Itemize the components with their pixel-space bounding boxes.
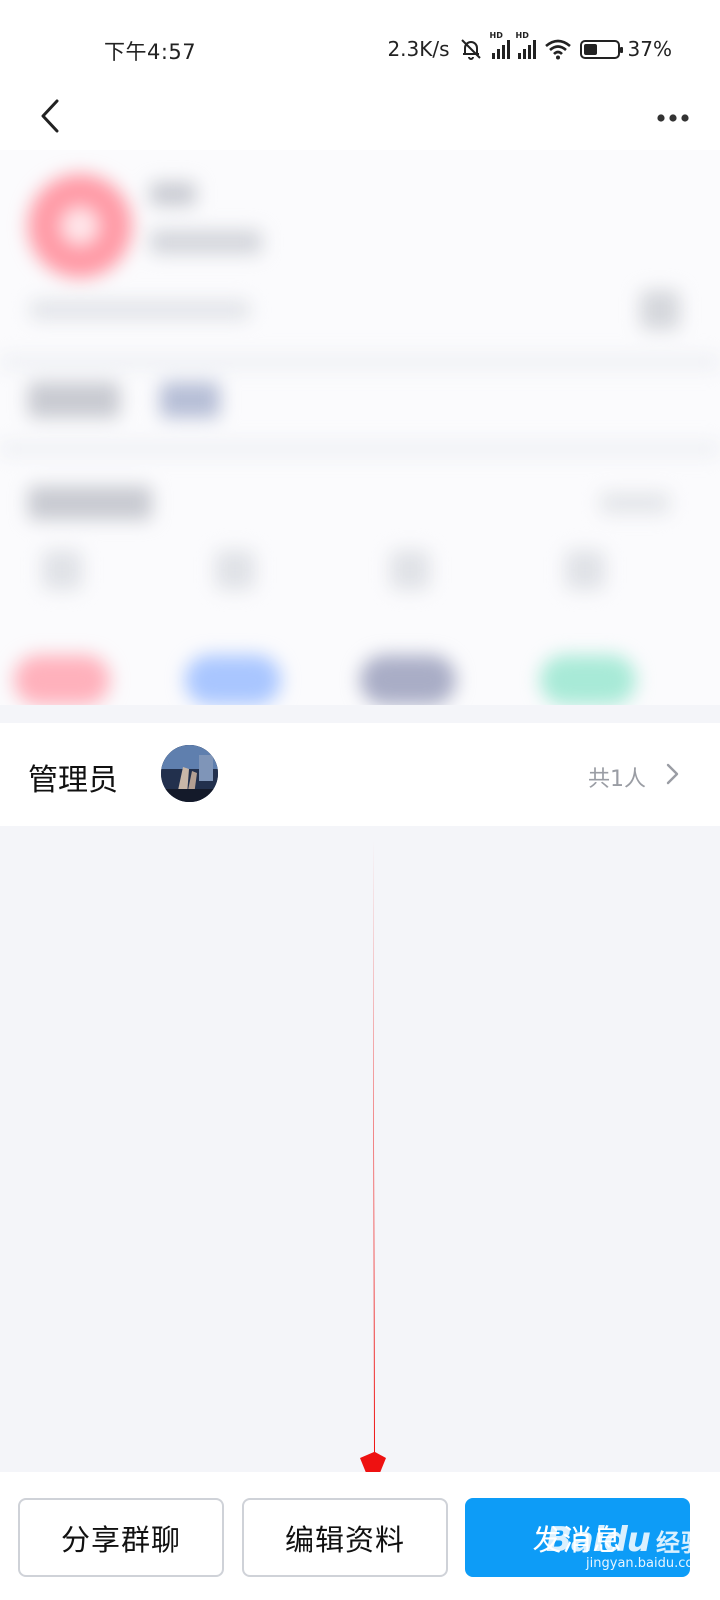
avatar — [161, 745, 218, 802]
battery-icon — [579, 39, 623, 59]
share-group-button[interactable]: 分享群聊 — [18, 1498, 224, 1577]
edit-info-label: 编辑资料 — [284, 1522, 405, 1557]
status-bar: 下午4:57 2.3K/s HD HD 37% — [0, 0, 720, 96]
blurred-group-info — [0, 150, 720, 705]
chevron-right-icon — [666, 763, 679, 785]
mute-bell-icon — [460, 39, 481, 60]
admin-label: 管理员 — [28, 763, 118, 798]
annotation-arrow — [360, 840, 386, 1490]
status-indicators: 2.3K/s HD HD 37% — [387, 31, 672, 62]
status-time: 下午4:57 — [104, 40, 197, 64]
admin-row[interactable]: 管理员 共1人 — [0, 723, 720, 826]
share-group-label: 分享群聊 — [60, 1522, 181, 1557]
more-button[interactable] — [648, 98, 698, 138]
baidu-watermark: Baidu 经验 jingyan.baidu.com — [546, 1520, 706, 1571]
wifi-icon — [544, 39, 571, 60]
edit-info-button[interactable]: 编辑资料 — [242, 1498, 448, 1577]
back-button[interactable] — [30, 96, 70, 136]
back-arrow-icon — [41, 99, 59, 133]
hd-signal-icon: HD — [490, 31, 510, 59]
admin-count: 共1人 — [588, 767, 646, 792]
battery-percent: 37% — [627, 37, 672, 61]
more-dots-icon — [657, 114, 689, 122]
watermark-url: jingyan.baidu.com — [586, 1556, 706, 1571]
hd-signal-icon: HD — [516, 31, 536, 59]
watermark-logo: Baidu 经验 — [545, 1520, 706, 1560]
network-speed: 2.3K/s — [387, 37, 450, 61]
